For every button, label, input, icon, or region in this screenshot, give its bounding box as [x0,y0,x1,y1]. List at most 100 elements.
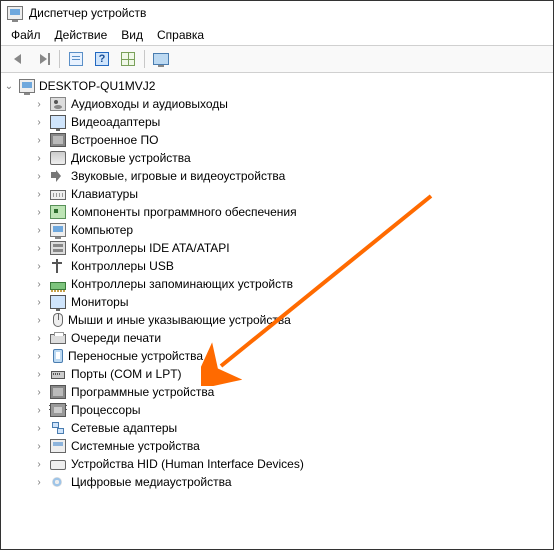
chevron-right-icon[interactable]: › [33,423,45,434]
tree-node[interactable]: › Процессоры [3,401,551,419]
disk-icon [50,151,66,165]
node-label: Порты (COM и LPT) [71,367,182,381]
chevron-right-icon[interactable]: › [33,207,45,218]
root-label: DESKTOP-QU1MVJ2 [39,79,155,93]
node-label: Программные устройства [71,385,214,399]
tree-node[interactable]: › Сетевые адаптеры [3,419,551,437]
node-label: Переносные устройства [68,349,203,363]
tree-node[interactable]: ›Клавиатуры [3,185,551,203]
node-label: Звуковые, игровые и видеоустройства [71,169,285,183]
tree-node[interactable]: › Звуковые, игровые и видеоустройства [3,167,551,185]
tree-node[interactable]: › Переносные устройства [3,347,551,365]
computer-icon [19,79,35,93]
chevron-right-icon[interactable]: › [33,135,45,146]
tree-node[interactable]: ›Компьютер [3,221,551,239]
tree-node[interactable]: ›Контроллеры IDE ATA/ATAPI [3,239,551,257]
printer-icon [50,334,66,344]
node-label: Встроенное ПО [71,133,158,147]
chevron-right-icon[interactable]: › [33,351,45,362]
chevron-right-icon[interactable]: › [33,225,45,236]
chevron-right-icon[interactable]: › [33,99,45,110]
usb-icon [50,259,66,273]
chevron-right-icon[interactable]: › [33,369,45,380]
component-icon [50,205,66,219]
menubar: Файл Действие Вид Справка [1,25,553,45]
node-label: Аудиовходы и аудиовыходы [71,97,228,111]
properties-icon [69,52,83,66]
speaker-icon [50,97,66,111]
display-icon [50,295,66,309]
node-label: Системные устройства [71,439,200,453]
scan-hardware-button[interactable] [149,48,173,70]
chevron-right-icon[interactable]: › [33,117,45,128]
chevron-right-icon[interactable]: › [33,171,45,182]
tree-node[interactable]: › Мониторы [3,293,551,311]
chevron-right-icon[interactable]: › [33,315,45,326]
chevron-right-icon[interactable]: › [33,297,45,308]
show-hidden-button[interactable] [116,48,140,70]
grid-icon [121,52,135,66]
expander-icon[interactable]: ⌄ [3,81,15,92]
chip-icon [50,385,66,399]
tree-node[interactable]: › Контроллеры USB [3,257,551,275]
chevron-right-icon[interactable]: › [33,189,45,200]
chevron-right-icon[interactable]: › [33,387,45,398]
forward-button[interactable] [31,48,55,70]
portable-icon [53,349,63,363]
tree-node[interactable]: › Очереди печати [3,329,551,347]
device-tree[interactable]: ⌄ DESKTOP-QU1MVJ2 › Аудиовходы и аудиовых… [1,73,553,495]
chevron-right-icon[interactable]: › [33,459,45,470]
tree-node[interactable]: › Аудиовходы и аудиовыходы [3,95,551,113]
chevron-right-icon[interactable]: › [33,477,45,488]
node-label: Мониторы [71,295,128,309]
tree-node[interactable]: › Встроенное ПО [3,131,551,149]
media-icon [50,475,66,489]
titlebar: Диспетчер устройств [1,1,553,25]
toolbar: ? [1,45,553,73]
tree-node[interactable]: ›Дисковые устройства [3,149,551,167]
back-button[interactable] [5,48,29,70]
node-label: Контроллеры запоминающих устройств [71,277,293,291]
help-button[interactable]: ? [90,48,114,70]
sound-icon [50,169,66,183]
node-label: Компоненты программного обеспечения [71,205,297,219]
menu-file[interactable]: Файл [11,28,41,42]
node-label: Сетевые адаптеры [71,421,177,435]
ide-icon [50,241,66,255]
tree-node[interactable]: › Программные устройства [3,383,551,401]
display-icon [50,115,66,129]
node-label: Устройства HID (Human Interface Devices) [71,457,304,471]
properties-button[interactable] [64,48,88,70]
arrow-left-icon [14,54,21,64]
tree-node[interactable]: › Устройства HID (Human Interface Devices… [3,455,551,473]
chevron-right-icon[interactable]: › [33,261,45,272]
chevron-right-icon[interactable]: › [33,153,45,164]
node-label: Контроллеры USB [71,259,174,273]
tree-node[interactable]: › Системные устройства [3,437,551,455]
tree-node[interactable]: › Контроллеры запоминающих устройств [3,275,551,293]
tree-root[interactable]: ⌄ DESKTOP-QU1MVJ2 [3,77,551,95]
node-label: Процессоры [71,403,141,417]
keyboard-icon [50,190,66,200]
tree-node[interactable]: › Видеоадаптеры [3,113,551,131]
node-label: Видеоадаптеры [71,115,160,129]
chevron-right-icon[interactable]: › [33,405,45,416]
chevron-right-icon[interactable]: › [33,441,45,452]
menu-help[interactable]: Справка [157,28,204,42]
computer-icon [50,223,66,237]
window-title: Диспетчер устройств [29,6,146,20]
tree-node[interactable]: › Компоненты программного обеспечения [3,203,551,221]
system-icon [50,439,66,453]
port-icon [50,367,66,381]
node-label: Очереди печати [71,331,161,345]
chevron-right-icon[interactable]: › [33,279,45,290]
chevron-right-icon[interactable]: › [33,333,45,344]
memory-icon [50,282,66,290]
menu-view[interactable]: Вид [121,28,143,42]
node-label: Мыши и иные указывающие устройства [68,313,291,327]
tree-node[interactable]: › Мыши и иные указывающие устройства [3,311,551,329]
tree-node[interactable]: ›Цифровые медиаустройства [3,473,551,491]
chevron-right-icon[interactable]: › [33,243,45,254]
tree-node[interactable]: › Порты (COM и LPT) [3,365,551,383]
menu-action[interactable]: Действие [55,28,108,42]
